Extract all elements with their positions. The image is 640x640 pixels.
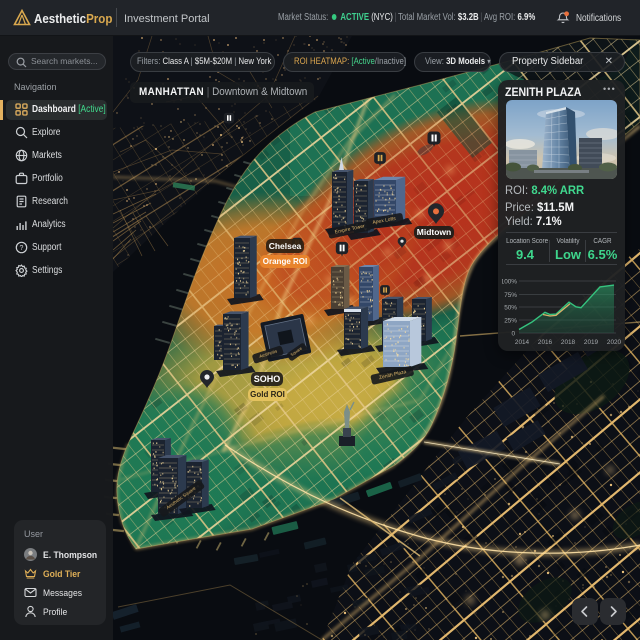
svg-text:2019: 2019 — [584, 339, 599, 346]
svg-text:2016: 2016 — [538, 339, 553, 346]
svg-text:?: ? — [20, 245, 24, 252]
svg-text:100%: 100% — [502, 279, 517, 286]
svg-text:75%: 75% — [504, 292, 517, 299]
svg-text:2014: 2014 — [515, 339, 530, 346]
svg-text:25%: 25% — [504, 318, 517, 325]
svg-text:50%: 50% — [504, 305, 517, 312]
svg-text:2018: 2018 — [561, 339, 576, 346]
svg-text:2020: 2020 — [607, 339, 621, 346]
svg-text:0: 0 — [511, 331, 515, 338]
